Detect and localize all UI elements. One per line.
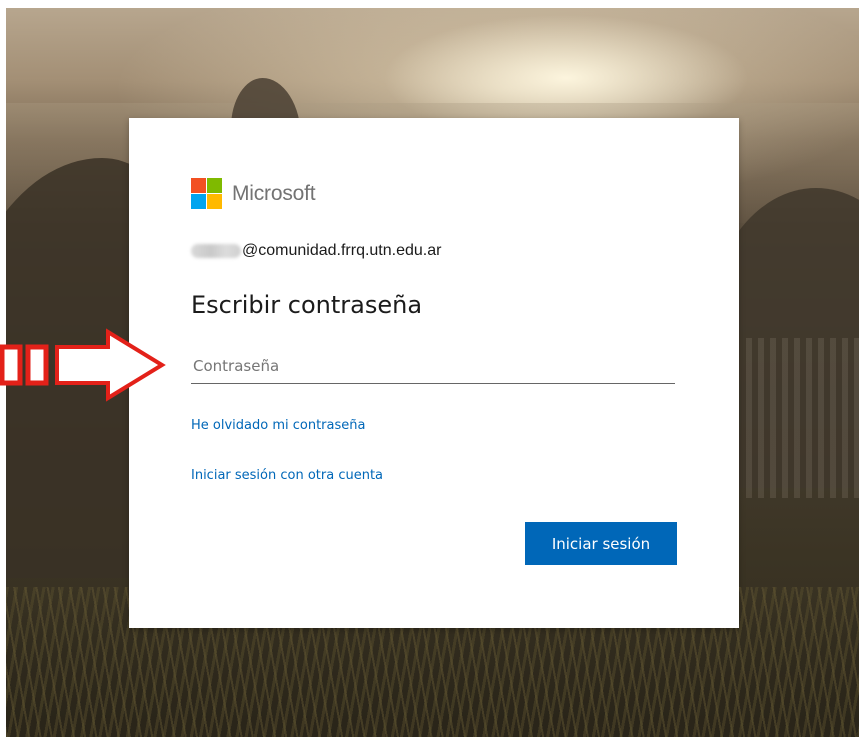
sign-in-button[interactable]: Iniciar sesión bbox=[525, 522, 677, 565]
other-account-link[interactable]: Iniciar sesión con otra cuenta bbox=[191, 468, 383, 483]
annotation-arrow-head bbox=[55, 328, 166, 402]
brand-name: Microsoft bbox=[232, 181, 316, 205]
annotation-dash-1 bbox=[0, 344, 23, 386]
annotation-dash-2 bbox=[25, 344, 49, 386]
logo-red-square bbox=[191, 178, 206, 193]
brand: Microsoft bbox=[191, 178, 316, 209]
microsoft-logo-icon bbox=[191, 178, 222, 209]
forgot-password-link[interactable]: He olvidado mi contraseña bbox=[191, 418, 365, 433]
password-input[interactable] bbox=[191, 348, 675, 384]
redacted-username bbox=[191, 244, 241, 258]
logo-green-square bbox=[207, 178, 222, 193]
account-identity: @comunidad.frrq.utn.edu.ar bbox=[191, 242, 441, 260]
background-city bbox=[746, 338, 859, 498]
sign-in-card: Microsoft @comunidad.frrq.utn.edu.ar Esc… bbox=[129, 118, 739, 628]
page-title: Escribir contraseña bbox=[191, 291, 423, 319]
account-email-domain: @comunidad.frrq.utn.edu.ar bbox=[242, 242, 442, 259]
login-page: Microsoft @comunidad.frrq.utn.edu.ar Esc… bbox=[0, 0, 859, 737]
logo-yellow-square bbox=[207, 194, 222, 209]
arrow-right-icon bbox=[0, 328, 166, 402]
logo-blue-square bbox=[191, 194, 206, 209]
